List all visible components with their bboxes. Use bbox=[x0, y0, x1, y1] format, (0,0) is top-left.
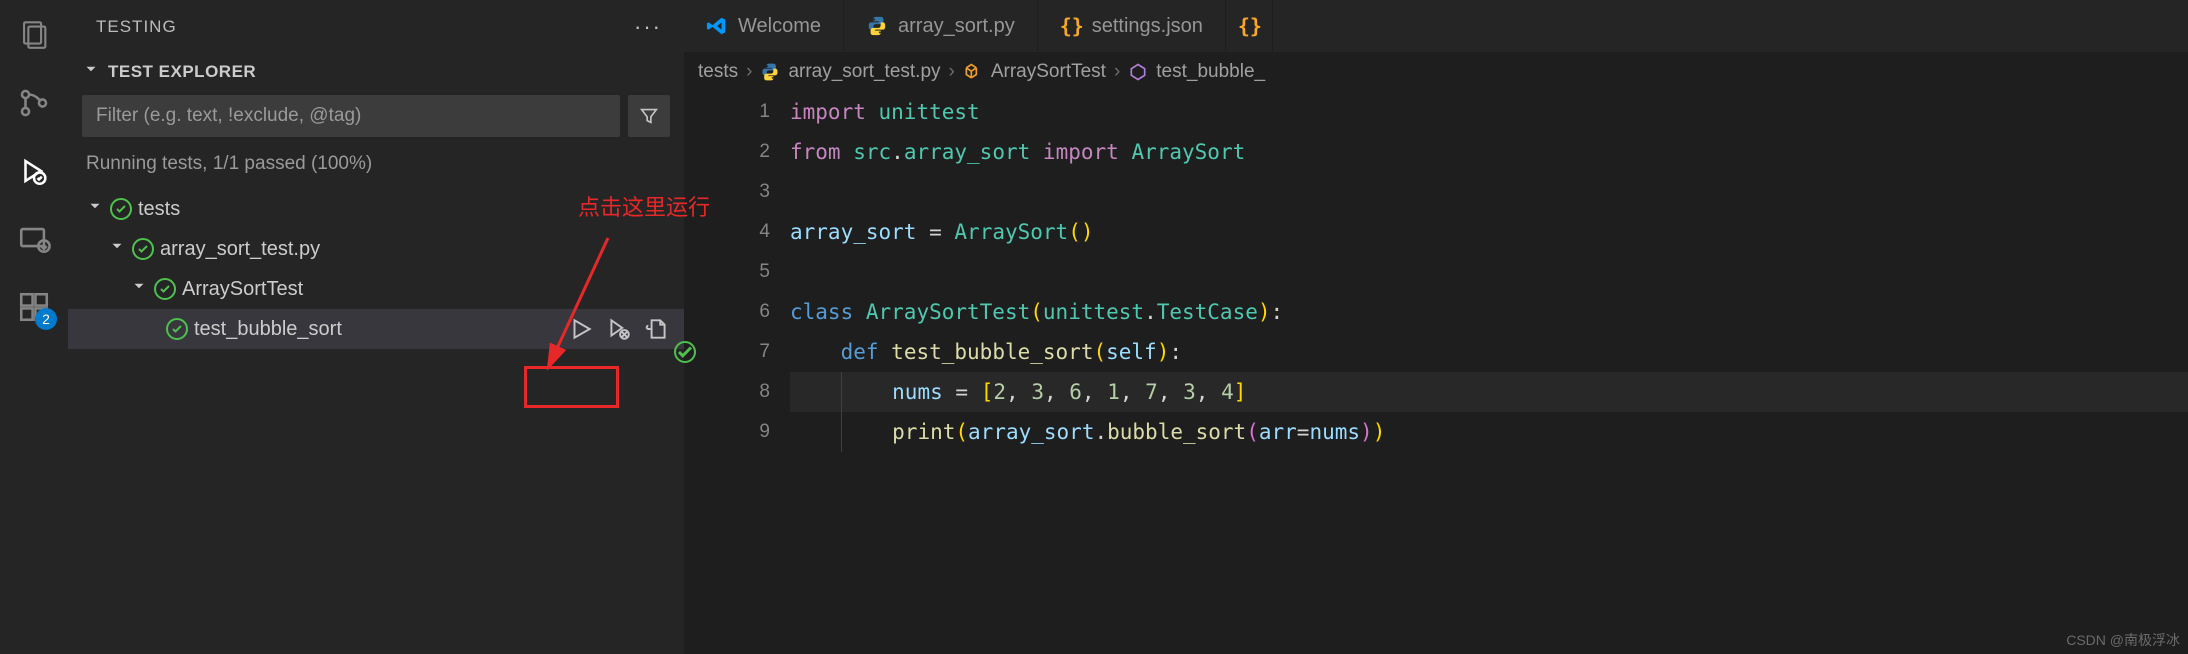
editor-tabs: Welcome array_sort.py {} settings.json {… bbox=[684, 0, 2188, 52]
run-icon[interactable] bbox=[568, 316, 594, 342]
tree-label: test_bubble_sort bbox=[194, 318, 342, 341]
vscode-icon bbox=[706, 15, 728, 37]
pass-icon bbox=[132, 238, 154, 260]
tree-class[interactable]: ArraySortTest bbox=[68, 269, 684, 309]
gutter: 1 2 3 4 5 6 7 8 9 bbox=[684, 92, 790, 654]
json-icon: {} bbox=[1060, 15, 1082, 37]
filter-icon[interactable] bbox=[628, 95, 670, 137]
tree-test[interactable]: test_bubble_sort bbox=[68, 309, 684, 349]
more-icon[interactable]: ··· bbox=[634, 14, 662, 40]
section-title: TEST EXPLORER bbox=[108, 62, 256, 82]
bc-folder: tests bbox=[698, 61, 738, 83]
chevron-down-icon bbox=[108, 237, 126, 261]
chevron-down-icon bbox=[86, 197, 104, 221]
sidebar-title: TESTING bbox=[96, 17, 177, 37]
tab-label: array_sort.py bbox=[898, 15, 1015, 38]
method-icon bbox=[1128, 62, 1148, 82]
source-control-icon[interactable] bbox=[14, 83, 54, 123]
goto-file-icon[interactable] bbox=[644, 316, 670, 342]
code-content[interactable]: import unittest from src.array_sort impo… bbox=[790, 92, 2188, 654]
extensions-badge: 2 bbox=[35, 308, 57, 330]
debug-icon[interactable] bbox=[606, 316, 632, 342]
tree-file[interactable]: array_sort_test.py bbox=[68, 229, 684, 269]
remote-icon[interactable] bbox=[14, 219, 54, 259]
tab-partial[interactable]: {} bbox=[1226, 0, 1273, 52]
bc-method: test_bubble_ bbox=[1156, 61, 1265, 83]
extensions-icon[interactable]: 2 bbox=[14, 287, 54, 327]
test-status: Running tests, 1/1 passed (100%) bbox=[68, 147, 684, 185]
python-icon bbox=[866, 15, 888, 37]
pass-icon bbox=[154, 278, 176, 300]
chevron-down-icon bbox=[82, 60, 100, 83]
watermark: CSDN @南极浮冰 bbox=[2066, 630, 2180, 650]
pass-icon bbox=[166, 318, 188, 340]
testing-icon[interactable] bbox=[14, 151, 54, 191]
tab-welcome[interactable]: Welcome bbox=[684, 0, 844, 52]
activity-bar: 2 bbox=[0, 0, 68, 654]
tree-label: ArraySortTest bbox=[182, 278, 303, 301]
annotation-highlight bbox=[524, 366, 619, 408]
tab-array-sort[interactable]: array_sort.py bbox=[844, 0, 1038, 52]
code-editor[interactable]: 1 2 3 4 5 6 7 8 9 import unittest from s… bbox=[684, 92, 2188, 654]
tree-root[interactable]: tests bbox=[68, 189, 684, 229]
explorer-icon[interactable] bbox=[14, 15, 54, 55]
filter-input[interactable] bbox=[82, 95, 620, 137]
bc-class: ArraySortTest bbox=[991, 61, 1106, 83]
chevron-down-icon bbox=[130, 277, 148, 301]
json-icon: {} bbox=[1238, 15, 1260, 37]
breadcrumb[interactable]: tests › array_sort_test.py › ArraySortTe… bbox=[684, 52, 2188, 92]
testing-sidebar: TESTING ··· TEST EXPLORER Running tests,… bbox=[68, 0, 684, 654]
tree-label: tests bbox=[138, 198, 180, 221]
class-icon bbox=[963, 62, 983, 82]
tab-settings[interactable]: {} settings.json bbox=[1038, 0, 1226, 52]
pass-icon bbox=[110, 198, 132, 220]
tab-label: settings.json bbox=[1092, 15, 1203, 38]
section-header[interactable]: TEST EXPLORER bbox=[68, 54, 684, 89]
editor-area: Welcome array_sort.py {} settings.json {… bbox=[684, 0, 2188, 654]
test-tree: tests array_sort_test.py ArraySortTest t… bbox=[68, 185, 684, 353]
gutter-pass-icon[interactable] bbox=[674, 341, 696, 363]
bc-file: array_sort_test.py bbox=[788, 61, 940, 83]
tree-label: array_sort_test.py bbox=[160, 238, 320, 261]
tab-label: Welcome bbox=[738, 15, 821, 38]
python-icon bbox=[760, 62, 780, 82]
